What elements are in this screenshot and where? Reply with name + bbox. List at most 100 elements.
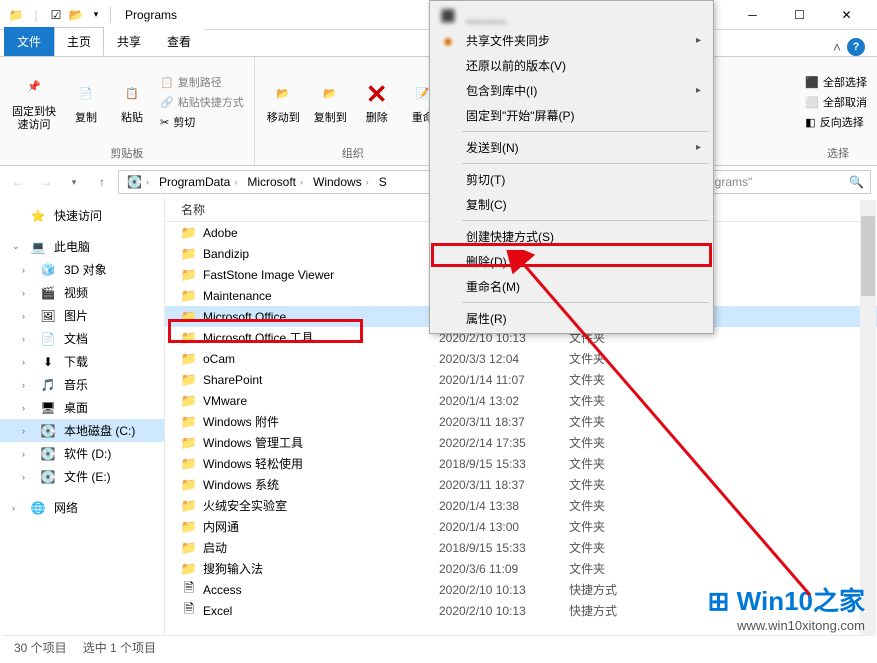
cm-copy[interactable]: 复制(C) [432,192,711,217]
paste-icon: 📋 [116,78,148,110]
minimize-button[interactable]: ─ [730,1,775,29]
cm-blurred[interactable]: ⬛______ [432,3,711,28]
cm-include-library[interactable]: 包含到库中(I)▸ [432,78,711,103]
drive-icon: 💽 [40,446,56,462]
copypath-button[interactable]: 📋复制路径 [158,73,246,91]
maximize-button[interactable]: ☐ [777,1,822,29]
tab-share[interactable]: 共享 [104,27,154,56]
col-name[interactable]: 名称 [181,201,439,218]
folder-icon [181,498,197,514]
close-button[interactable]: ✕ [824,1,869,29]
item-name: VMware [203,394,439,408]
up-button[interactable]: ↑ [90,170,114,194]
window-title: Programs [125,8,177,22]
paste-shortcut-button[interactable]: 🔗粘贴快捷方式 [158,93,246,111]
nav-thispc[interactable]: ⌄💻此电脑 [0,235,164,258]
folder-icon [181,477,197,493]
cube-icon: 🧊 [40,262,56,278]
item-date: 2020/3/11 18:37 [439,415,569,429]
nav-documents[interactable]: ›📄文档 [0,327,164,350]
nav-downloads[interactable]: ›⬇下载 [0,350,164,373]
nav-quickaccess[interactable]: ⭐快速访问 [0,204,164,227]
selectnone-button[interactable]: ⬜全部取消 [803,93,869,111]
folder-icon [181,519,197,535]
list-item[interactable]: 火绒安全实验室2020/1/4 13:38文件夹 [165,495,877,516]
cut-button[interactable]: ✂剪切 [158,113,246,131]
list-item[interactable]: Windows 轻松使用2018/9/15 15:33文件夹 [165,453,877,474]
nav-pictures[interactable]: ›🖼图片 [0,304,164,327]
forward-button[interactable]: → [34,170,58,194]
invert-button[interactable]: ◧反向选择 [803,113,869,131]
nav-network[interactable]: ›🌐网络 [0,496,164,519]
nav-music[interactable]: ›🎵音乐 [0,373,164,396]
list-item[interactable]: 搜狗输入法2020/3/6 11:09文件夹 [165,558,877,579]
bc-last[interactable]: S [375,175,391,189]
cm-properties[interactable]: 属性(R) [432,306,711,331]
chevron-up-icon[interactable]: ˄ [833,39,841,55]
help-icon[interactable]: ? [847,38,865,56]
drive-icon: 💽 [40,423,56,439]
selectall-icon: ⬛ [805,76,819,89]
nav-3dobjects[interactable]: ›🧊3D 对象 [0,258,164,281]
item-date: 2018/9/15 15:33 [439,541,569,555]
item-name: Excel [203,604,439,618]
item-name: Bandizip [203,247,439,261]
list-item[interactable]: Windows 管理工具2020/2/14 17:35文件夹 [165,432,877,453]
search-input[interactable]: ograms" 🔍 [701,170,871,194]
nav-edrive[interactable]: ›💽文件 (E:) [0,465,164,488]
nav-cdrive[interactable]: ›💽本地磁盘 (C:) [0,419,164,442]
nav-desktop[interactable]: ›🖥桌面 [0,396,164,419]
tab-home[interactable]: 主页 [54,27,104,56]
cm-pin-start[interactable]: 固定到"开始"屏幕(P) [432,103,711,128]
item-date: 2020/3/3 12:04 [439,352,569,366]
bc-programdata[interactable]: ProgramData › [155,175,241,189]
delete-button[interactable]: ✕ 删除 [357,61,397,143]
item-name: Windows 系统 [203,476,439,493]
back-button[interactable]: ← [6,170,30,194]
cm-delete[interactable]: 删除(D) [432,249,711,274]
item-type: 文件夹 [569,371,659,388]
list-item[interactable]: oCam2020/3/3 12:04文件夹 [165,348,877,369]
bc-microsoft[interactable]: Microsoft › [243,175,307,189]
nav-ddrive[interactable]: ›💽软件 (D:) [0,442,164,465]
cm-separator [462,131,709,132]
vertical-scrollbar[interactable] [860,200,876,635]
cm-restore-previous[interactable]: 还原以前的版本(V) [432,53,711,78]
item-type: 文件夹 [569,539,659,556]
bc-windows[interactable]: Windows › [309,175,373,189]
nav-videos[interactable]: ›🎬视频 [0,281,164,304]
paste-button[interactable]: 📋 粘贴 [112,61,152,143]
list-item[interactable]: Windows 附件2020/3/11 18:37文件夹 [165,411,877,432]
drive-icon: 💽 [40,469,56,485]
folder-icon [181,267,197,283]
status-total: 30 个项目 [14,639,67,656]
cm-cut[interactable]: 剪切(T) [432,167,711,192]
cm-rename[interactable]: 重命名(M) [432,274,711,299]
list-item[interactable]: Windows 系统2020/3/11 18:37文件夹 [165,474,877,495]
qat-dropdown-icon[interactable]: ▾ [88,7,104,23]
list-item[interactable]: VMware2020/1/4 13:02文件夹 [165,390,877,411]
drive-icon[interactable]: 💽 › [123,175,153,189]
copy-button[interactable]: 📄 复制 [66,61,106,143]
cm-create-shortcut[interactable]: 创建快捷方式(S) [432,224,711,249]
item-name: 启动 [203,539,439,556]
tab-view[interactable]: 查看 [154,27,204,56]
scrollbar-thumb[interactable] [861,216,875,296]
selectall-button[interactable]: ⬛全部选择 [803,73,869,91]
moveto-button[interactable]: 📂 移动到 [263,61,304,143]
shortcut-icon [181,603,197,619]
list-item[interactable]: 启动2018/9/15 15:33文件夹 [165,537,877,558]
item-type: 文件夹 [569,350,659,367]
list-item[interactable]: 内网通2020/1/4 13:00文件夹 [165,516,877,537]
search-icon[interactable]: 🔍 [849,175,864,189]
cm-sendto[interactable]: 发送到(N)▸ [432,135,711,160]
checkbox-icon[interactable]: ☑ [48,7,64,23]
list-item[interactable]: SharePoint2020/1/14 11:07文件夹 [165,369,877,390]
tab-file[interactable]: 文件 [4,27,54,56]
pin-quickaccess-button[interactable]: 📌 固定到快 速访问 [8,61,60,143]
history-dropdown[interactable]: ▾ [62,170,86,194]
cm-share-sync[interactable]: ◉共享文件夹同步▸ [432,28,711,53]
copyto-button[interactable]: 📂 复制到 [310,61,351,143]
status-selected: 选中 1 个项目 [83,639,156,656]
folder-icon [181,435,197,451]
